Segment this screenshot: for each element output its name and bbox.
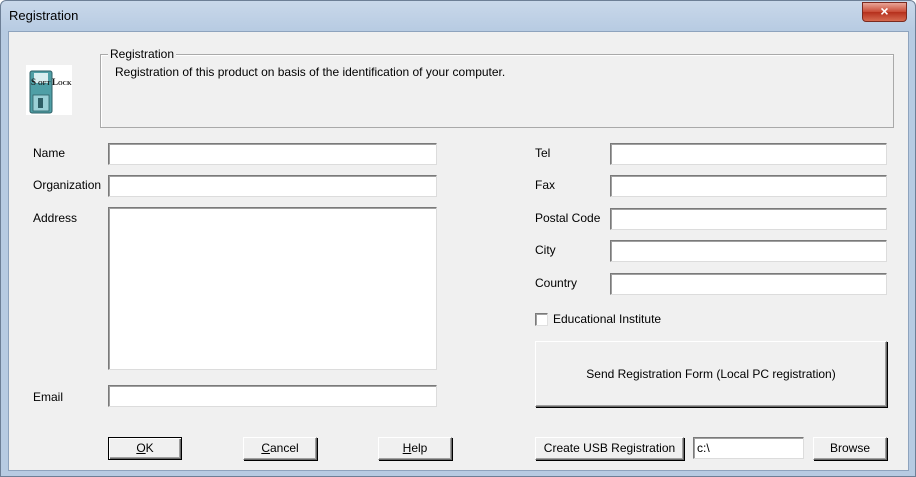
tel-label: Tel xyxy=(535,146,551,160)
svg-text:OCK: OCK xyxy=(58,81,72,87)
svg-text:OFT: OFT xyxy=(38,81,50,87)
help-label-rest: elp xyxy=(411,441,428,455)
registration-window: Registration × S OFT L OCK Registration … xyxy=(0,0,916,477)
close-button[interactable]: × xyxy=(862,2,907,22)
cancel-button[interactable]: Cancel xyxy=(243,437,317,460)
close-icon: × xyxy=(880,3,889,19)
educational-institute-label[interactable]: Educational Institute xyxy=(553,312,661,326)
groupbox-description: Registration of this product on basis of… xyxy=(115,65,506,79)
create-usb-registration-button[interactable]: Create USB Registration xyxy=(535,437,684,460)
cancel-label-rest: ancel xyxy=(269,441,299,455)
softlock-logo: S OFT L OCK xyxy=(26,65,72,115)
tel-field[interactable] xyxy=(610,143,887,165)
registration-groupbox: Registration Registration of this produc… xyxy=(100,47,894,128)
name-label: Name xyxy=(33,146,66,160)
postal-code-label: Postal Code xyxy=(535,211,601,225)
postal-code-field[interactable] xyxy=(610,208,887,230)
address-label: Address xyxy=(33,211,78,225)
fax-label: Fax xyxy=(535,178,556,192)
educational-institute-checkbox[interactable] xyxy=(535,313,548,326)
name-field[interactable] xyxy=(108,143,437,165)
softlock-logo-icon: S OFT L OCK xyxy=(26,65,72,115)
ok-button[interactable]: OK xyxy=(108,437,182,460)
fax-field[interactable] xyxy=(610,175,887,197)
ok-label-rest: K xyxy=(145,441,154,455)
ok-hotkey: O xyxy=(136,441,146,455)
create-usb-registration-label: Create USB Registration xyxy=(543,441,676,455)
usb-path-field[interactable] xyxy=(693,437,804,459)
address-field[interactable] xyxy=(108,207,437,370)
cancel-hotkey: C xyxy=(261,441,270,455)
email-field[interactable] xyxy=(108,385,437,407)
browse-label: Browse xyxy=(829,441,870,455)
country-label: Country xyxy=(535,276,578,290)
browse-button[interactable]: Browse xyxy=(813,437,887,460)
country-field[interactable] xyxy=(610,273,887,295)
send-registration-label: Send Registration Form (Local PC registr… xyxy=(586,367,836,381)
city-field[interactable] xyxy=(610,240,887,262)
groupbox-legend: Registration xyxy=(108,47,177,61)
organization-label: Organization xyxy=(33,178,102,192)
dialog-client-area: S OFT L OCK Registration Registration of… xyxy=(8,31,909,471)
help-button[interactable]: Help xyxy=(378,437,452,460)
svg-text:S: S xyxy=(31,77,36,87)
email-label: Email xyxy=(33,390,64,404)
title-bar[interactable]: Registration × xyxy=(1,1,915,31)
organization-field[interactable] xyxy=(108,175,437,197)
city-label: City xyxy=(535,243,556,257)
send-registration-button[interactable]: Send Registration Form (Local PC registr… xyxy=(535,341,887,407)
window-title: Registration xyxy=(9,8,79,23)
